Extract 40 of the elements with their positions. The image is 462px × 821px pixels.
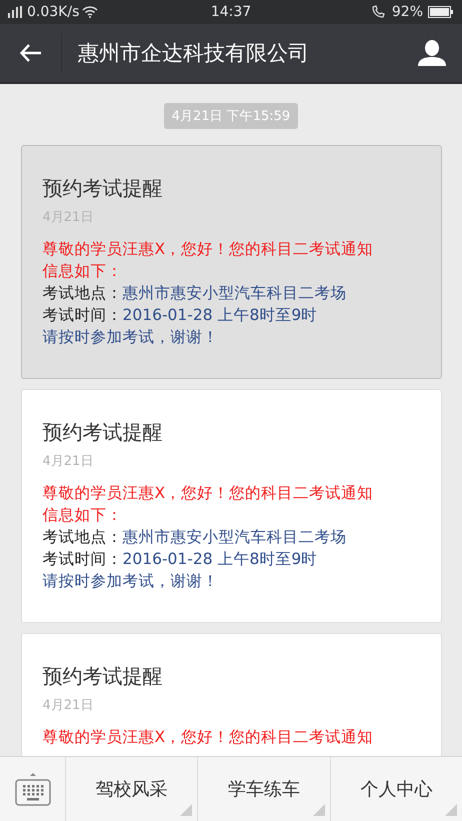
card-date: 4月21日 bbox=[42, 697, 94, 714]
signal-icon bbox=[8, 6, 24, 18]
closing-text: 请按时参加考试，谢谢！ bbox=[42, 571, 218, 592]
card-title: 预约考试提醒 bbox=[42, 175, 164, 202]
field-label: 考试时间： bbox=[42, 305, 122, 326]
field-value: 2016-01-28 上午8时至9时 bbox=[122, 549, 318, 570]
battery-level: 92% bbox=[392, 4, 424, 20]
chat-title: 惠州市企达科技有限公司 bbox=[77, 40, 310, 67]
greeting-text: 尊敬的学员汪惠X，您好！您的科目二考试通知 bbox=[42, 239, 374, 260]
clock: 14:37 bbox=[210, 4, 252, 20]
greeting-text: 尊敬的学员汪惠X，您好！您的科目二考试通知 bbox=[42, 727, 374, 748]
keyboard-icon bbox=[14, 772, 50, 806]
greeting-text: 尊敬的学员汪惠X，您好！您的科目二考试通知 bbox=[42, 483, 374, 504]
message-timestamp: 4月21日 下午15:59 bbox=[164, 103, 298, 129]
field-value: 惠州市惠安小型汽车科目二考场 bbox=[122, 527, 346, 548]
field-label: 考试地点： bbox=[42, 527, 122, 548]
field-value: 2016-01-28 上午8时至9时 bbox=[122, 305, 318, 326]
card-date: 4月21日 bbox=[42, 453, 94, 470]
field-label: 考试时间： bbox=[42, 549, 122, 570]
field-label: 考试地点： bbox=[42, 283, 122, 304]
back-arrow-icon bbox=[20, 44, 42, 62]
menu-tab[interactable]: 学车练车 bbox=[198, 757, 331, 821]
submenu-corner-icon bbox=[444, 804, 457, 816]
closing-text: 请按时参加考试，谢谢！ bbox=[42, 327, 218, 348]
menu-tab[interactable]: 个人中心 bbox=[330, 757, 462, 821]
field-value: 惠州市惠安小型汽车科目二考场 bbox=[122, 283, 346, 304]
card-title: 预约考试提醒 bbox=[42, 663, 164, 690]
battery-icon bbox=[428, 6, 454, 18]
person-icon bbox=[418, 40, 446, 66]
greeting-text: 信息如下： bbox=[42, 261, 122, 282]
wifi-icon bbox=[82, 6, 98, 18]
phone-icon bbox=[370, 5, 387, 19]
submenu-corner-icon bbox=[180, 804, 192, 816]
message-card[interactable]: 预约考试提醒 4月21日 尊敬的学员汪惠X，您好！您的科目二考试通知 bbox=[20, 633, 442, 756]
network-speed: 0.03K/s bbox=[27, 4, 80, 20]
greeting-text: 信息如下： bbox=[42, 505, 122, 526]
submenu-corner-icon bbox=[312, 804, 325, 816]
card-title: 预约考试提醒 bbox=[42, 419, 164, 446]
message-card[interactable]: 预约考试提醒 4月21日 尊敬的学员汪惠X，您好！您的科目二考试通知 信息如下： 考试地点：惠州市惠安小型汽车科目二考场 考试时间：2016-01-28 上午8时至9时 请按时参加考试，谢谢！ bbox=[20, 389, 442, 623]
menu-tab[interactable]: 驾校风采 bbox=[66, 757, 198, 821]
